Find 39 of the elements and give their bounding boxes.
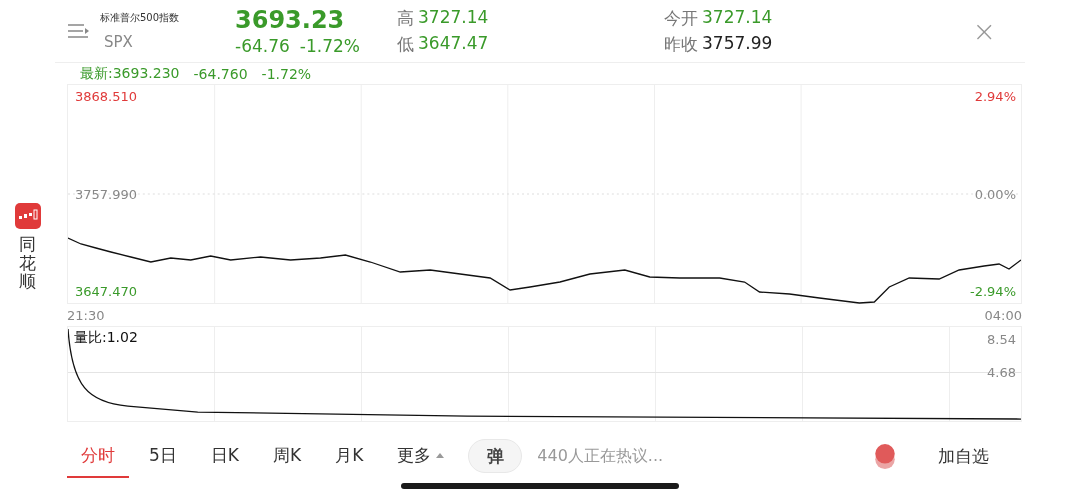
axis-label: -2.94% — [970, 284, 1016, 299]
caret-icon — [436, 452, 445, 458]
stat-label: 今开 — [664, 6, 698, 30]
stat-value: 3647.47 — [418, 32, 489, 55]
axis-label: 3757.990 — [75, 187, 138, 202]
time-label: 21:30 — [67, 307, 105, 323]
stat-label: 低 — [397, 32, 414, 56]
axis-label: 8.54 — [987, 332, 1016, 347]
app-name: 同花顺 — [19, 235, 36, 292]
time-label: 04:00 — [984, 307, 1022, 323]
stat-value: 3727.14 — [418, 6, 489, 29]
latest-change: -64.760 — [193, 65, 248, 82]
price-change-percent: -1.72% — [299, 36, 360, 56]
stat-value: 3727.14 — [702, 6, 773, 29]
axis-label: 3868.510 — [75, 89, 138, 104]
menu-icon[interactable] — [68, 24, 90, 38]
add-watchlist-button[interactable]: 加自选 — [932, 443, 996, 469]
period-tab[interactable]: 周K — [259, 434, 316, 478]
period-tab[interactable]: 月K — [321, 434, 378, 478]
app-logo-icon[interactable] — [14, 203, 41, 229]
index-code: SPX — [104, 33, 134, 51]
period-tab[interactable]: 分时 — [67, 434, 129, 478]
volume-ratio-label: 量比:1.02 — [72, 329, 140, 347]
danmaku-button[interactable]: 弹 — [468, 439, 523, 473]
axis-label: 0.00% — [974, 187, 1016, 202]
latest-change-percent: -1.72% — [261, 65, 312, 82]
stat-value: 3757.99 — [702, 32, 773, 55]
stat-label: 昨收 — [664, 32, 698, 56]
axis-label: 2.94% — [974, 89, 1016, 104]
period-tab[interactable]: 5日 — [135, 434, 191, 478]
axis-label: 4.68 — [987, 365, 1016, 380]
index-name: 标准普尔500指数 — [100, 11, 181, 25]
period-tab[interactable]: 更多 — [383, 434, 459, 478]
stat-label: 高 — [397, 6, 414, 30]
latest-price: 最新:3693.230 — [80, 64, 180, 83]
period-tab[interactable]: 日K — [196, 434, 253, 478]
current-price: 3693.23 — [235, 6, 346, 34]
price-change: -64.76 — [235, 36, 290, 56]
axis-label: 3647.470 — [75, 284, 138, 299]
